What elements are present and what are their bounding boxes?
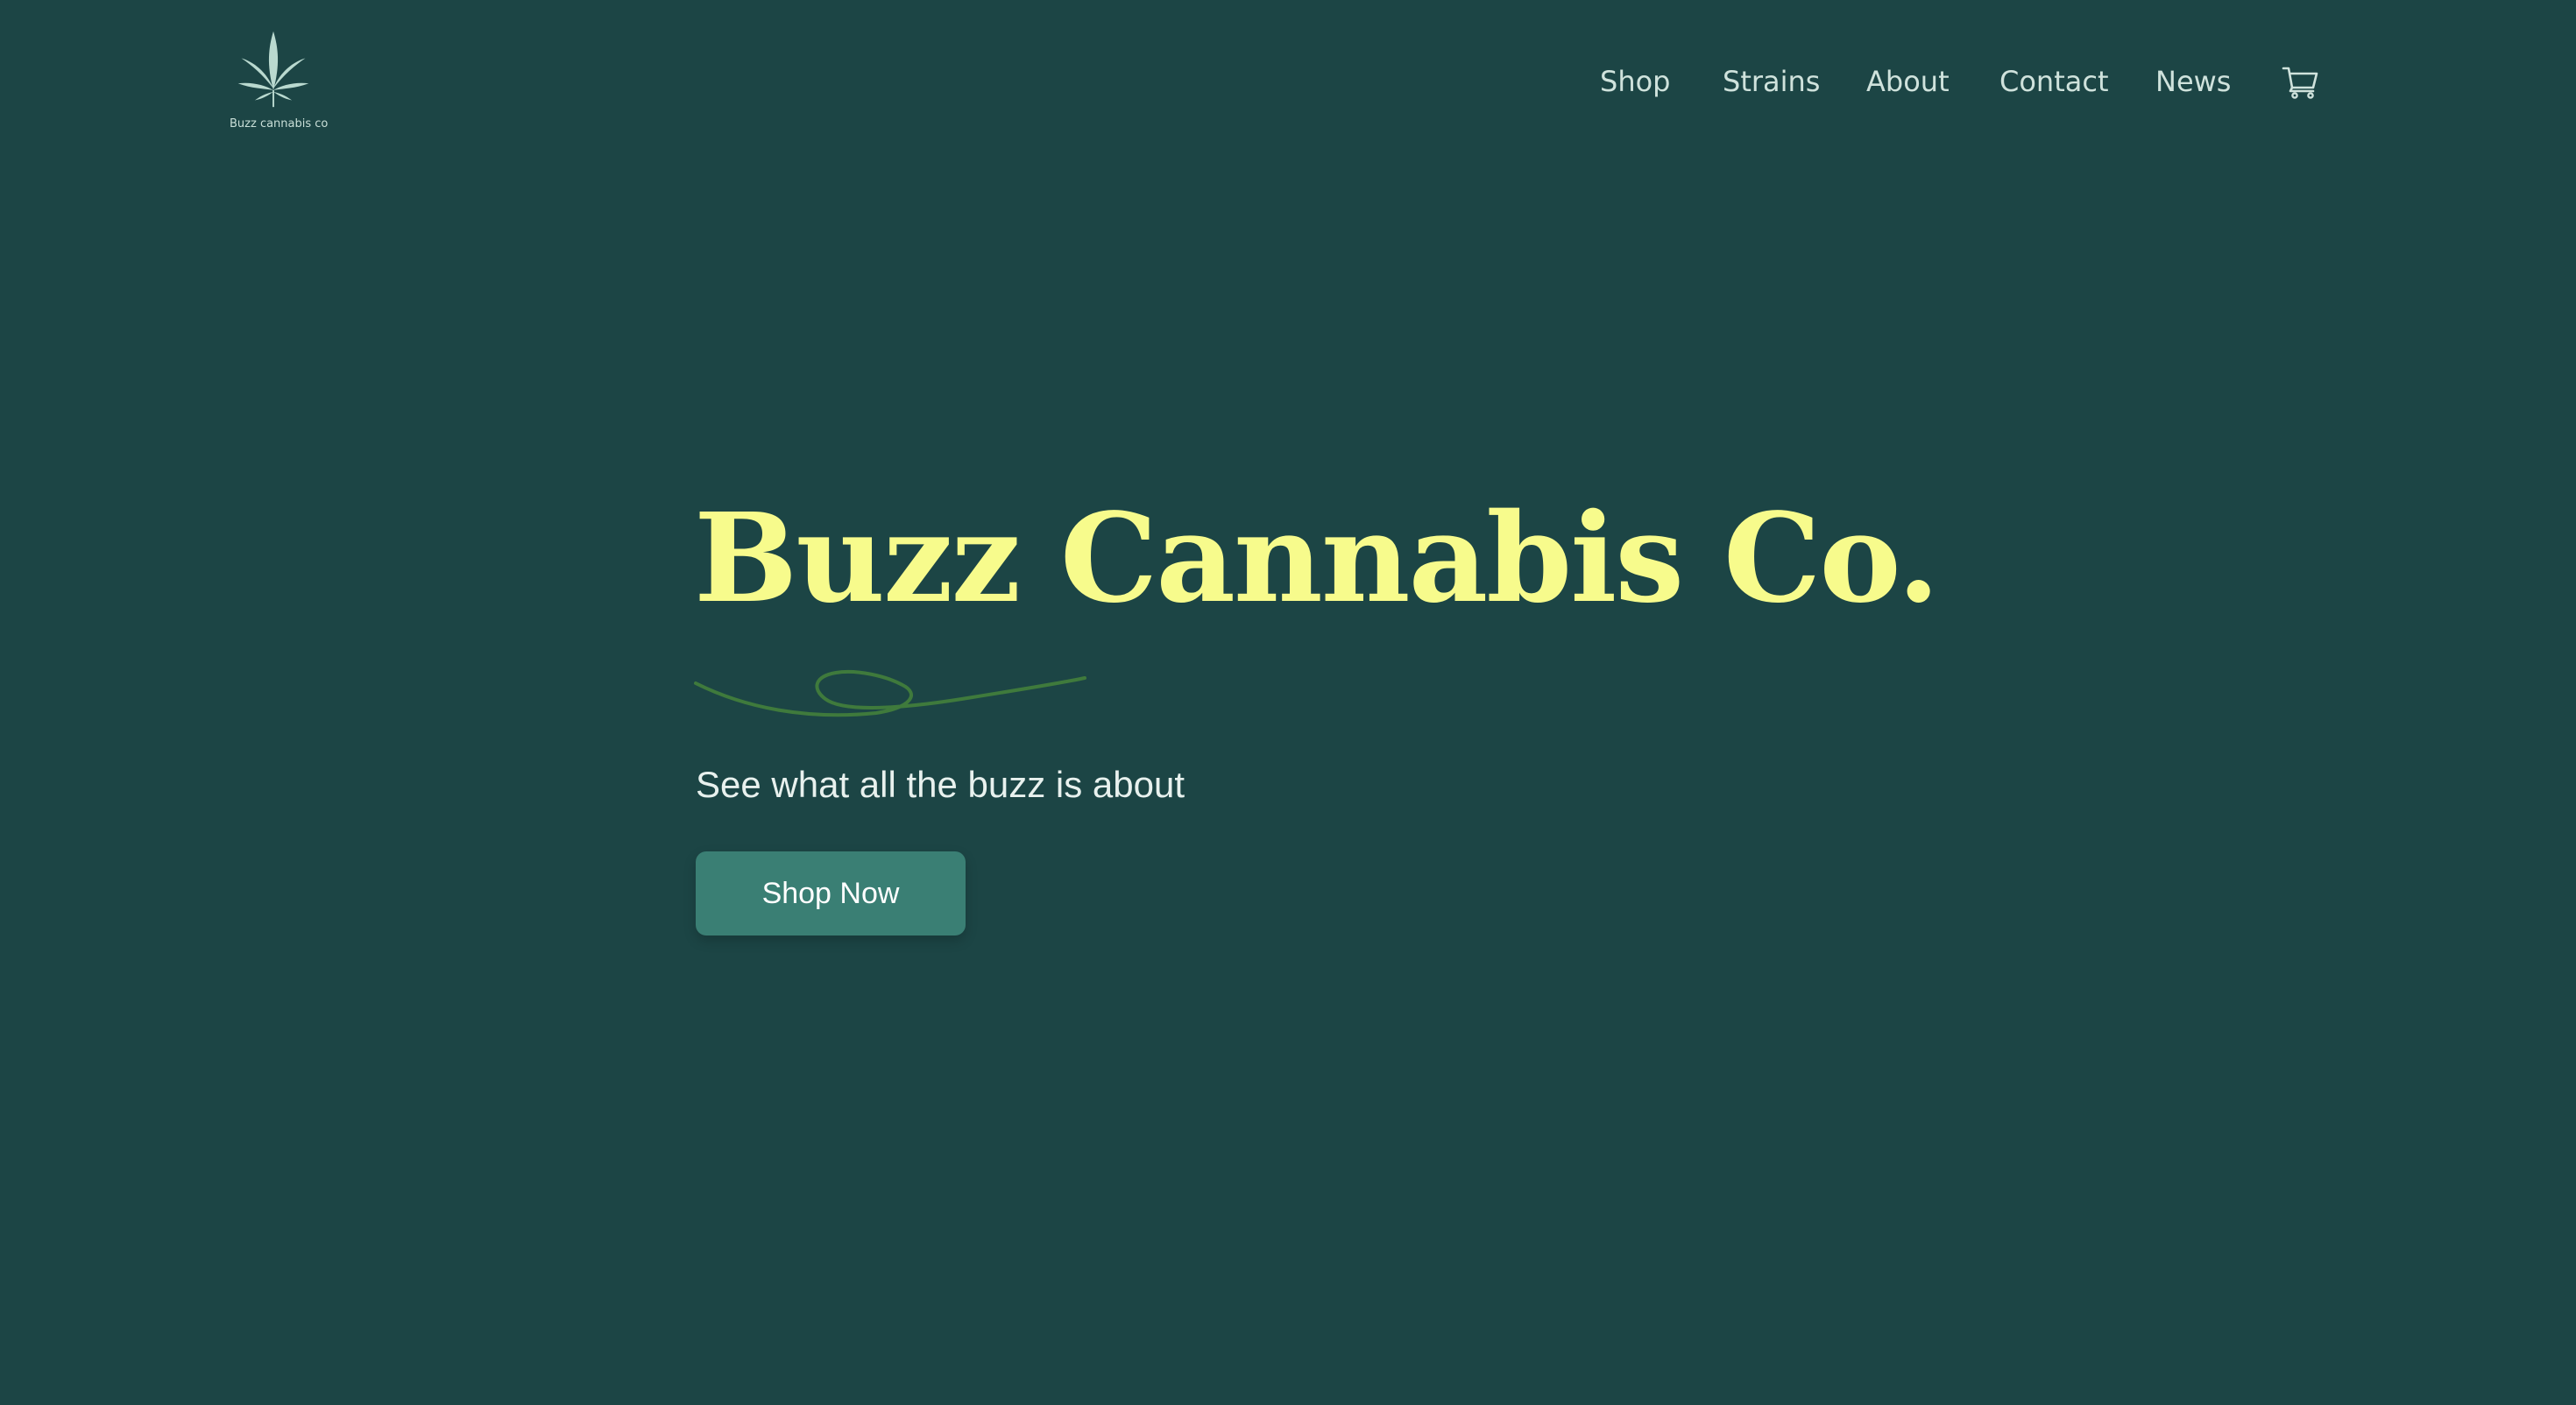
cannabis-leaf-icon [237,31,309,108]
hero-subtitle: See what all the buzz is about [696,764,1185,805]
squiggle-decoration [694,670,1086,717]
cart-button[interactable] [2282,65,2320,100]
shop-now-button[interactable]: Shop Now [696,851,966,935]
cart-icon [2282,67,2318,99]
page: Buzz cannabis co Shop Strains About Cont… [0,0,2576,1405]
nav-shop[interactable]: Shop [1600,60,1670,103]
nav-contact[interactable]: Contact [1999,60,2109,103]
nav-strains[interactable]: Strains [1723,60,1820,103]
nav-news[interactable]: News [2155,60,2231,103]
logo-link[interactable]: Buzz cannabis co [230,26,329,135]
nav-about[interactable]: About [1866,60,1950,103]
hero-title: Buzz Cannabis Co. [694,487,1940,631]
logo-text: Buzz cannabis co [230,117,329,131]
